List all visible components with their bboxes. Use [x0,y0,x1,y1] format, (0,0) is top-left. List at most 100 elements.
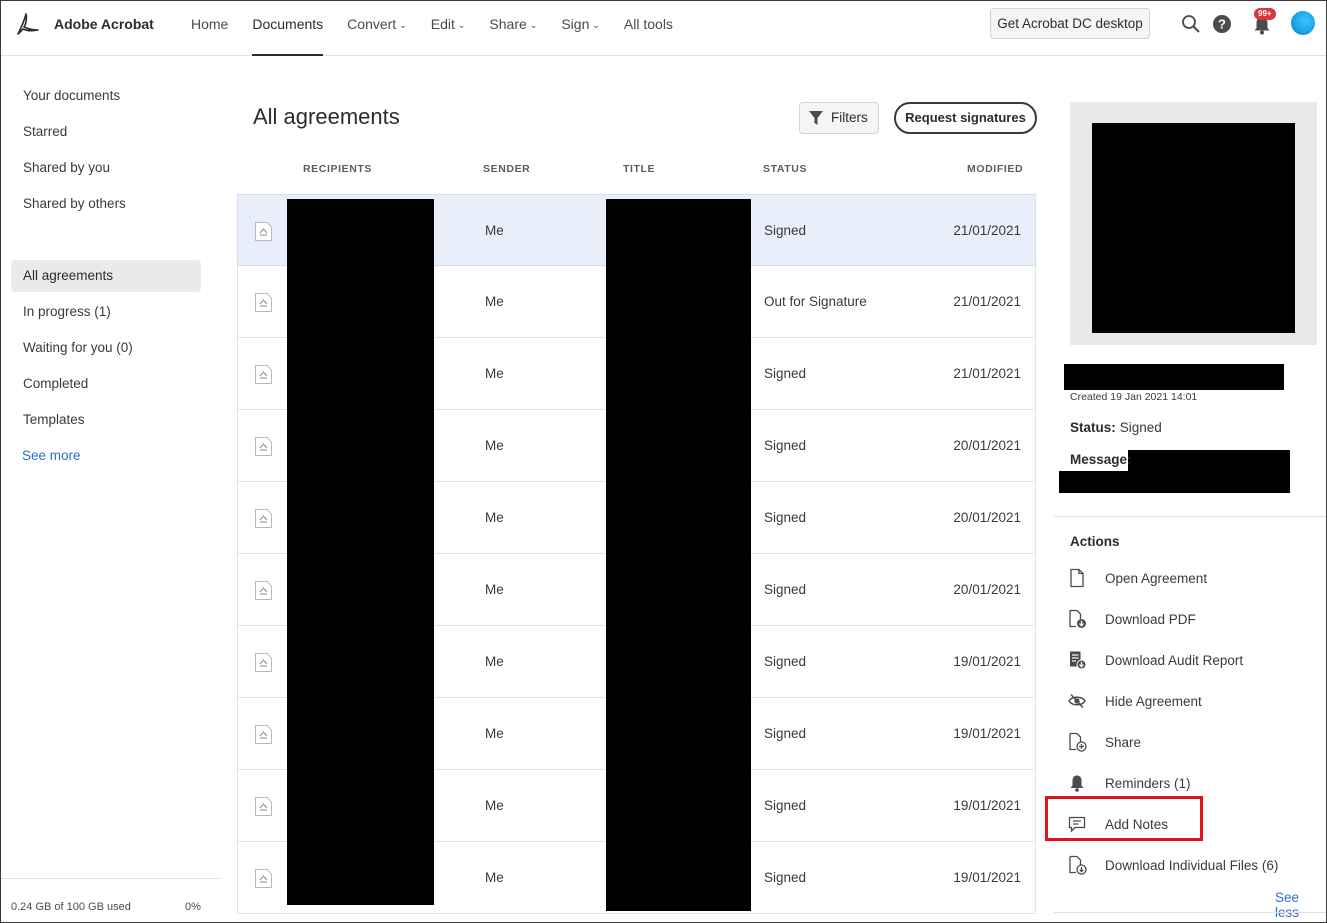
action-download-audit-report[interactable]: Download Audit Report [1067,650,1317,672]
main-nav: Home Documents Convert ⌄ Edit ⌄ Share ⌄ Sig… [191,1,697,56]
document-icon [1070,568,1084,588]
nav-label: Sign [561,16,590,32]
bell-icon [1070,775,1084,792]
nav-all-tools[interactable]: All tools [624,1,673,55]
avatar[interactable] [1291,11,1315,35]
nav-edit[interactable]: Edit ⌄ [431,1,466,55]
redacted-agreement-name [1064,364,1284,390]
redacted-title-column [606,199,751,911]
sidebar-item-in-progress[interactable]: In progress (1) [11,296,201,328]
row-modified: 19/01/2021 [953,870,1021,885]
divider [1054,912,1326,913]
share-document-icon [1069,732,1087,752]
nav-share[interactable]: Share ⌄ [489,1,537,55]
row-sender: Me [485,438,504,453]
action-download-individual-files[interactable]: Download Individual Files (6) [1067,855,1317,877]
chevron-down-icon: ⌄ [592,20,600,30]
add-notes-highlight-box [1045,796,1203,841]
see-less-link[interactable]: See less [1275,890,1326,920]
request-signatures-button[interactable]: Request signatures [894,102,1037,134]
nav-convert[interactable]: Convert ⌄ [347,1,407,55]
row-modified: 19/01/2021 [953,654,1021,669]
top-navigation-bar: Adobe Acrobat Home Documents Convert ⌄ Ed… [1,1,1326,56]
row-sender: Me [485,510,504,525]
row-status: Signed [764,366,807,381]
column-header-sender[interactable]: SENDER [483,163,530,175]
row-modified: 20/01/2021 [953,582,1021,597]
action-reminders[interactable]: Reminders (1) [1067,773,1317,795]
left-sidebar: Your documents Starred Shared by you Sha… [1,56,221,922]
column-header-title[interactable]: TITLE [623,163,655,175]
chevron-down-icon: ⌄ [529,20,538,30]
document-thumbnail[interactable] [1070,102,1317,345]
action-open-agreement[interactable]: Open Agreement [1067,568,1317,590]
sidebar-item-templates[interactable]: Templates [11,404,201,436]
redacted-thumbnail [1092,123,1295,333]
action-label: Hide Agreement [1105,694,1202,709]
divider [1,878,221,879]
redacted-message [1128,450,1290,493]
row-modified: 19/01/2021 [953,798,1021,813]
row-status: Signed [764,438,807,453]
chevron-down-icon: ⌄ [457,20,466,30]
action-share[interactable]: Share [1067,732,1317,754]
column-header-status[interactable]: STATUS [763,163,807,175]
action-label: Download PDF [1105,612,1196,627]
message-label: Message: [1070,452,1132,467]
help-icon[interactable]: ? [1211,13,1233,35]
row-status: Out for Signature [764,294,867,309]
row-modified: 21/01/2021 [953,223,1021,238]
row-status: Signed [764,510,807,525]
filters-button[interactable]: Filters [799,102,879,134]
agreement-status: Status: Signed [1070,420,1162,435]
sidebar-item-completed[interactable]: Completed [11,368,201,400]
nav-label: Documents [252,16,324,32]
search-icon[interactable] [1180,13,1202,35]
sidebar-item-waiting-for-you[interactable]: Waiting for you (0) [11,332,201,364]
audit-report-icon [1070,651,1087,670]
nav-label: All tools [623,16,673,32]
chevron-down-icon: ⌄ [399,20,407,30]
row-sender: Me [485,582,504,597]
column-header-recipients[interactable]: RECIPIENTS [303,163,372,175]
sidebar-item-your-documents[interactable]: Your documents [11,80,201,112]
row-modified: 19/01/2021 [953,726,1021,741]
sidebar-item-all-agreements[interactable]: All agreements [11,260,201,292]
action-label: Reminders (1) [1105,776,1191,791]
sidebar-item-starred[interactable]: Starred [11,116,201,148]
file-icon [255,797,272,816]
filters-label: Filters [831,110,868,125]
action-label: Share [1105,735,1142,750]
nav-home[interactable]: Home [191,1,228,55]
svg-text:?: ? [1218,17,1226,32]
action-label: Download Audit Report [1105,653,1244,668]
row-status: Signed [764,223,807,238]
redacted-recipients-column [287,199,434,905]
row-sender: Me [485,654,504,669]
file-icon [255,222,272,241]
file-icon [255,581,272,600]
status-value: Signed [1119,420,1162,435]
row-sender: Me [485,223,504,238]
app-brand-name[interactable]: Adobe Acrobat [54,16,154,32]
column-header-modified[interactable]: MODIFIED [967,163,1023,175]
row-sender: Me [485,726,504,741]
get-acrobat-desktop-button[interactable]: Get Acrobat DC desktop [990,8,1150,39]
file-icon [255,653,272,672]
row-modified: 20/01/2021 [953,438,1021,453]
row-status: Signed [764,870,807,885]
sidebar-item-shared-by-others[interactable]: Shared by others [11,188,201,220]
sidebar-item-shared-by-you[interactable]: Shared by you [11,152,201,184]
created-date: Created 19 Jan 2021 14:01 [1070,391,1198,403]
action-hide-agreement[interactable]: Hide Agreement [1067,691,1317,713]
actions-heading: Actions [1070,534,1120,549]
download-pdf-icon [1069,609,1086,628]
acrobat-logo-icon[interactable] [14,12,40,38]
sidebar-see-more-link[interactable]: See more [11,440,201,472]
file-icon [255,293,272,312]
action-download-pdf[interactable]: Download PDF [1067,609,1317,631]
row-status: Signed [764,798,807,813]
nav-documents[interactable]: Documents [252,1,324,56]
nav-label: Home [191,16,229,32]
nav-sign[interactable]: Sign ⌄ [561,1,600,55]
